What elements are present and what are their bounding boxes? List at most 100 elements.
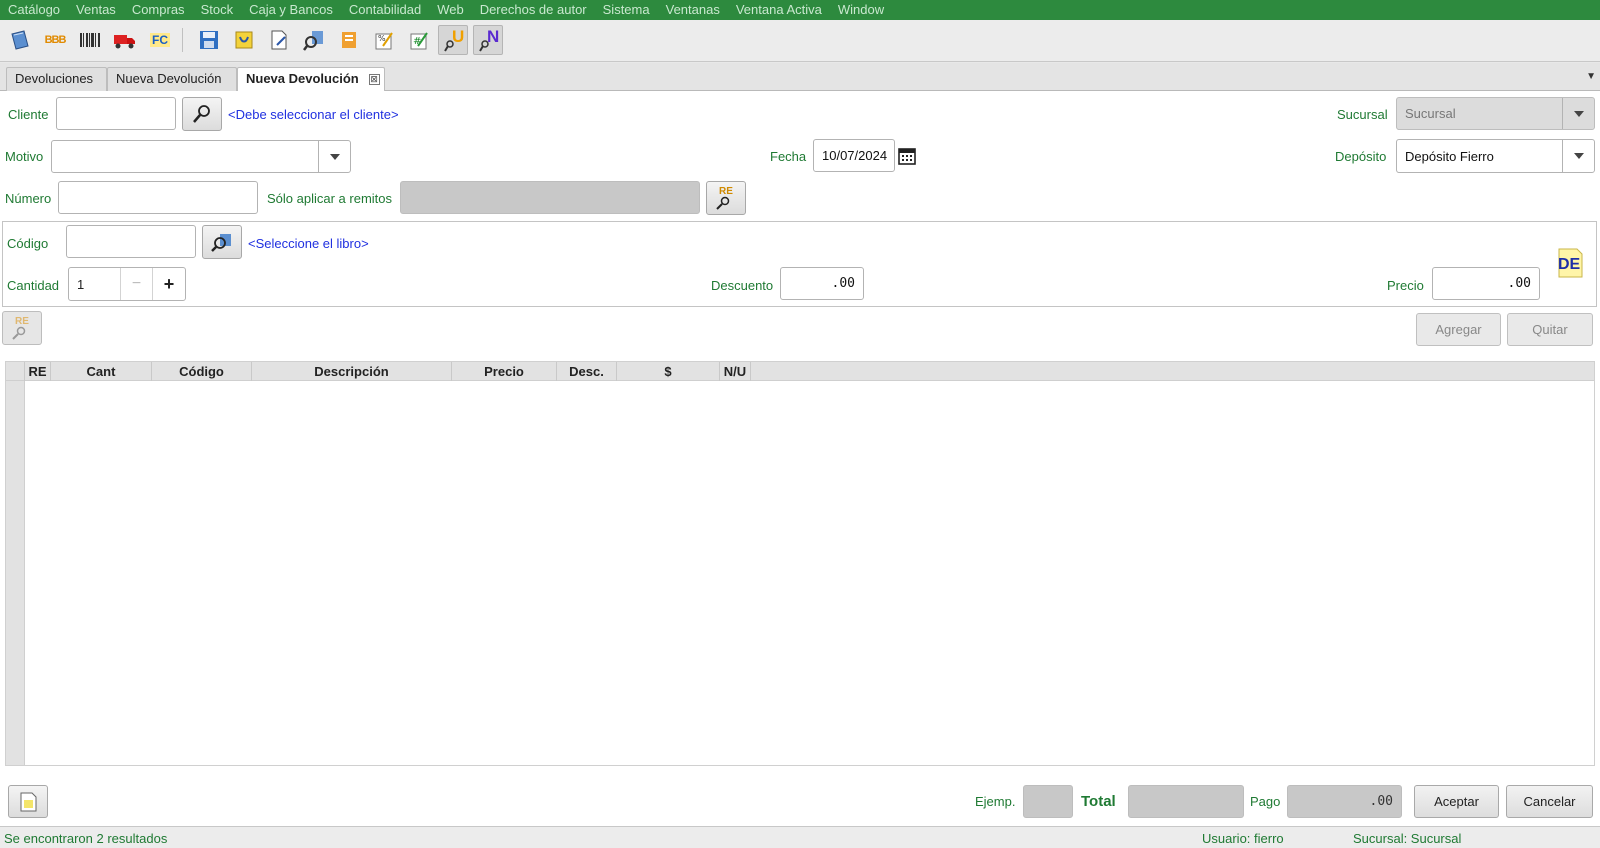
book-search-icon [211,234,231,252]
document-edit-icon[interactable] [264,25,294,55]
col-desc[interactable]: Desc. [557,362,617,381]
cliente-input[interactable] [56,97,176,130]
notes-icon[interactable] [229,25,259,55]
note-icon [20,792,37,811]
item-section: Código <Seleccione el libro> Cantidad 1 … [2,221,1597,307]
precio-input[interactable]: .00 [1432,267,1540,300]
menu-catalogo[interactable]: Catálogo [0,0,68,20]
document-tabs: Devoluciones Nueva Devolución Nueva Devo… [0,63,1600,92]
remito-item-search-button[interactable]: RE [2,311,42,345]
table-header: RE Cant Código Descripción Precio Desc. … [6,362,1594,381]
col-cant[interactable]: Cant [51,362,152,381]
n-icon-text: N [487,27,500,46]
menu-sistema[interactable]: Sistema [595,0,658,20]
fc-invoice-icon[interactable]: FC [145,25,175,55]
row-header-column [6,362,25,765]
ejemp-value [1023,785,1073,818]
cantidad-input[interactable]: 1 [69,268,121,300]
tab-label: Devoluciones [15,71,94,86]
menu-ventana-activa[interactable]: Ventana Activa [728,0,830,20]
descuento-input[interactable]: .00 [780,267,864,300]
items-table[interactable]: RE Cant Código Descripción Precio Desc. … [5,361,1595,766]
col-total[interactable]: $ [617,362,720,381]
deposito-label: Depósito [1335,149,1387,164]
fecha-input[interactable]: 10/07/2024 [813,139,895,172]
total-label: Total [1081,793,1116,810]
u-icon-text: U [452,27,465,46]
tab-devoluciones[interactable]: Devoluciones [6,67,107,91]
col-precio[interactable]: Precio [452,362,557,381]
cliente-hint: <Debe seleccionar el cliente> [228,107,399,122]
menu-ventanas[interactable]: Ventanas [658,0,728,20]
menu-window[interactable]: Window [830,0,892,20]
toolbar: BBB FC % # U N [0,20,1600,62]
status-message: Se encontraron 2 resultados [4,831,168,846]
cliente-label: Cliente [8,107,49,122]
catalog-book-icon[interactable] [5,25,35,55]
menu-contabilidad[interactable]: Contabilidad [341,0,429,20]
percent-tool-icon[interactable]: % [369,25,399,55]
chevron-down-icon [1562,98,1594,129]
search-icon [193,105,210,123]
tab-label: Nueva Devolución [246,71,359,86]
remitos-label: Sólo aplicar a remitos [267,191,392,206]
cliente-search-button[interactable] [182,97,222,131]
form-content: Cliente <Debe seleccionar el cliente> Su… [0,91,1600,826]
menu-ventas[interactable]: Ventas [68,0,124,20]
pago-label: Pago [1250,794,1281,809]
numero-label: Número [5,191,52,206]
bbb-icon[interactable]: BBB [40,25,70,55]
increment-button[interactable]: + [153,268,185,300]
ejemp-label: Ejemp. [975,794,1016,809]
u-search-button[interactable]: U [438,25,468,55]
truck-icon[interactable] [110,25,140,55]
tab-nueva-devolucion-2[interactable]: Nueva Devolución ⊠ [237,67,385,92]
save-icon[interactable] [194,25,224,55]
descuento-label: Descuento [711,278,774,293]
corner-cell [6,362,25,381]
calendar-icon[interactable] [897,146,917,169]
numero-input[interactable] [58,181,258,214]
total-value [1128,785,1244,818]
tab-nueva-devolucion-1[interactable]: Nueva Devolución [107,67,237,91]
de-document-icon[interactable]: DE [1555,248,1585,278]
print-icon[interactable] [334,25,364,55]
tab-overflow-icon[interactable]: ▼ [1586,71,1596,82]
n-search-button[interactable]: N [473,25,503,55]
menu-compras[interactable]: Compras [124,0,193,20]
cancelar-button[interactable]: Cancelar [1506,785,1593,818]
sucursal-select: Sucursal [1396,97,1595,130]
menu-stock[interactable]: Stock [193,0,242,20]
quitar-button[interactable]: Quitar [1507,313,1593,346]
libro-search-button[interactable] [202,225,242,259]
deposito-select[interactable]: Depósito Fierro [1396,139,1595,173]
chevron-down-icon[interactable] [1562,140,1594,172]
menu-web[interactable]: Web [429,0,472,20]
status-bar: Se encontraron 2 resultados Usuario: fie… [0,826,1600,848]
status-sucursal: Sucursal: Sucursal [1353,831,1462,846]
menu-derechos-autor[interactable]: Derechos de autor [472,0,595,20]
close-tab-icon[interactable]: ⊠ [368,74,380,86]
col-nu[interactable]: N/U [720,362,751,381]
aceptar-button[interactable]: Aceptar [1414,785,1499,818]
bbb-icon-text: BBB [44,34,67,46]
col-codigo[interactable]: Código [152,362,252,381]
fc-icon-text: FC [150,33,170,47]
decrement-button[interactable]: − [121,268,153,300]
agregar-button[interactable]: Agregar [1416,313,1501,346]
codigo-input[interactable] [66,225,196,258]
status-usuario: Usuario: fierro [1202,831,1284,846]
remitos-search-button[interactable]: RE [706,181,746,215]
number-edit-icon[interactable]: # [404,25,434,55]
precio-label: Precio [1387,278,1424,293]
barcode-icon[interactable] [75,25,105,55]
motivo-select[interactable] [51,140,351,173]
chevron-down-icon[interactable] [318,141,350,172]
col-descripcion[interactable]: Descripción [252,362,452,381]
cantidad-stepper: 1 − + [68,267,186,301]
menu-caja-bancos[interactable]: Caja y Bancos [241,0,341,20]
col-re[interactable]: RE [25,362,51,381]
tab-label: Nueva Devolución [116,71,222,86]
notes-button[interactable] [8,785,48,818]
search-tool-icon[interactable] [299,25,329,55]
